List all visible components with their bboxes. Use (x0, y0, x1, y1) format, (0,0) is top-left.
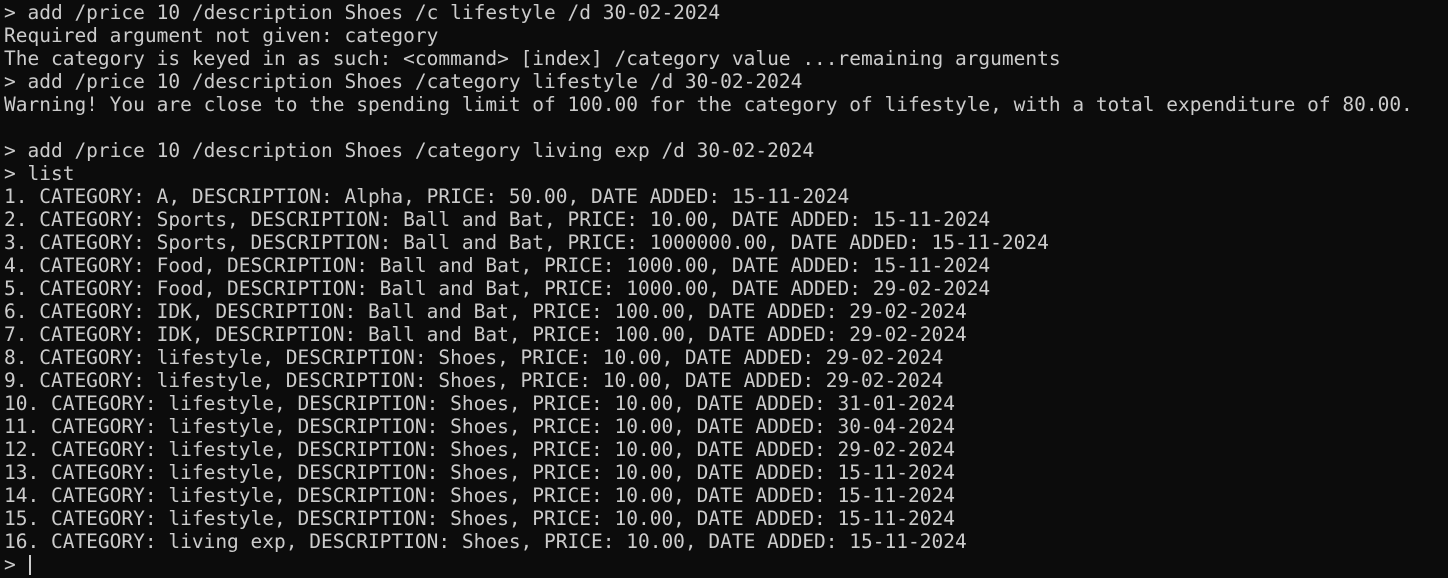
terminal-line: 12. CATEGORY: lifestyle, DESCRIPTION: Sh… (4, 438, 955, 461)
terminal-line: 11. CATEGORY: lifestyle, DESCRIPTION: Sh… (4, 415, 955, 438)
terminal-line: 7. CATEGORY: IDK, DESCRIPTION: Ball and … (4, 323, 967, 346)
terminal-line: Warning! You are close to the spending l… (4, 93, 1413, 116)
terminal-line: > list (4, 162, 75, 185)
terminal-line: 13. CATEGORY: lifestyle, DESCRIPTION: Sh… (4, 461, 955, 484)
terminal-line: 14. CATEGORY: lifestyle, DESCRIPTION: Sh… (4, 484, 955, 507)
terminal-line: 8. CATEGORY: lifestyle, DESCRIPTION: Sho… (4, 346, 944, 369)
terminal-line: 3. CATEGORY: Sports, DESCRIPTION: Ball a… (4, 231, 1049, 254)
prompt-symbol: > (4, 553, 16, 576)
terminal-line: 9. CATEGORY: lifestyle, DESCRIPTION: Sho… (4, 369, 944, 392)
terminal-line: 16. CATEGORY: living exp, DESCRIPTION: S… (4, 530, 967, 553)
terminal-window[interactable]: > add /price 10 /description Shoes /c li… (0, 0, 1448, 578)
terminal-line: 5. CATEGORY: Food, DESCRIPTION: Ball and… (4, 277, 991, 300)
terminal-line: 1. CATEGORY: A, DESCRIPTION: Alpha, PRIC… (4, 185, 850, 208)
command-prompt-line[interactable]: > (4, 553, 1448, 576)
terminal-line: 6. CATEGORY: IDK, DESCRIPTION: Ball and … (4, 300, 967, 323)
terminal-line: 15. CATEGORY: lifestyle, DESCRIPTION: Sh… (4, 507, 955, 530)
terminal-line: 2. CATEGORY: Sports, DESCRIPTION: Ball a… (4, 208, 991, 231)
terminal-line: The category is keyed in as such: <comma… (4, 47, 1061, 70)
terminal-line: > add /price 10 /description Shoes /cate… (4, 139, 815, 162)
terminal-line: 4. CATEGORY: Food, DESCRIPTION: Ball and… (4, 254, 991, 277)
terminal-line: > add /price 10 /description Shoes /c li… (4, 1, 721, 24)
terminal-line: > add /price 10 /description Shoes /cate… (4, 70, 803, 93)
terminal-line: 10. CATEGORY: lifestyle, DESCRIPTION: Sh… (4, 392, 955, 415)
text-cursor (28, 554, 31, 575)
terminal-line: Required argument not given: category (4, 24, 439, 47)
